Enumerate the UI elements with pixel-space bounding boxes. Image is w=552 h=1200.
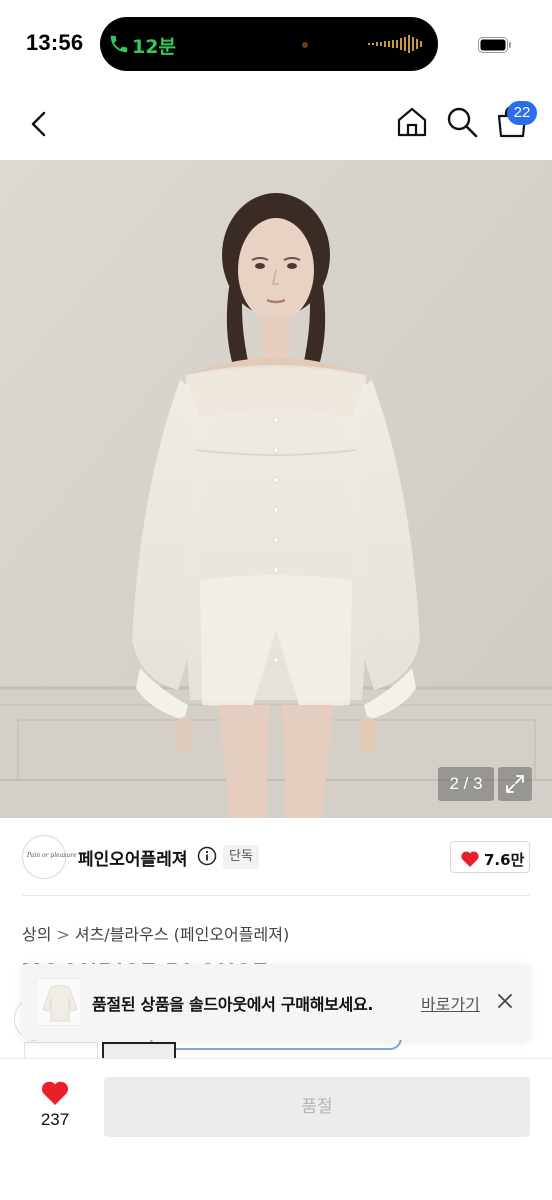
status-time: 13:56 [26,30,84,55]
breadcrumb-subcategory[interactable]: 셔츠/블라우스 (페인오어플레져) [75,925,289,944]
breadcrumb-category[interactable]: 상의 [22,925,51,944]
camera-dot [302,42,308,48]
soldout-button[interactable]: 품절 [104,1077,530,1137]
battery-icon [478,37,511,53]
call-duration: 12분 [132,36,176,58]
cart-count-badge: 22 [507,101,537,125]
shop-name[interactable]: 페인오어플레져 [78,845,187,870]
wishlist-count: 237 [40,1110,70,1129]
shop-like-button[interactable]: 7.6만 [450,841,530,873]
blouse-thumbnail-illustration [42,985,78,1022]
shop-like-count: 7.6만 [484,851,525,869]
info-icon[interactable] [197,846,217,866]
back-arrow-icon[interactable] [24,108,56,140]
shop-logo-text: Pain or pleasure [27,852,77,859]
breadcrumb: 상의 > 셔츠/블라우스 (페인오어플레져) [22,921,289,945]
home-icon[interactable] [394,104,430,140]
product-image[interactable] [0,160,552,818]
phone-icon [110,35,128,53]
breadcrumb-separator: > [56,925,70,944]
audio-waveform-icon [368,35,422,53]
toast-product-thumbnail [36,978,82,1026]
toast-go-link[interactable]: 바로가기 [421,991,480,1015]
search-icon[interactable] [444,104,480,140]
top-navigation [0,88,552,160]
heart-icon [461,851,479,867]
heart-icon [41,1081,69,1105]
divider [22,895,530,896]
wishlist-button[interactable]: 237 [34,1078,76,1134]
toast-message: 품절된 상품을 솔드아웃에서 구매해보세요. [92,995,374,1014]
close-icon[interactable] [496,992,514,1010]
status-bar: 13:56 12분 [0,0,552,88]
exclusive-tag: 단독 [223,845,259,869]
shop-logo[interactable]: Pain or pleasure [22,835,77,879]
expand-icon [506,775,524,793]
expand-image-button[interactable] [498,767,532,801]
dynamic-island[interactable]: 12분 [100,17,438,71]
soldout-toast: 품절된 상품을 솔드아웃에서 구매해보세요. 바로가기 [22,964,530,1040]
product-photo-illustration [0,160,552,818]
image-page-indicator: 2 / 3 [438,767,494,801]
